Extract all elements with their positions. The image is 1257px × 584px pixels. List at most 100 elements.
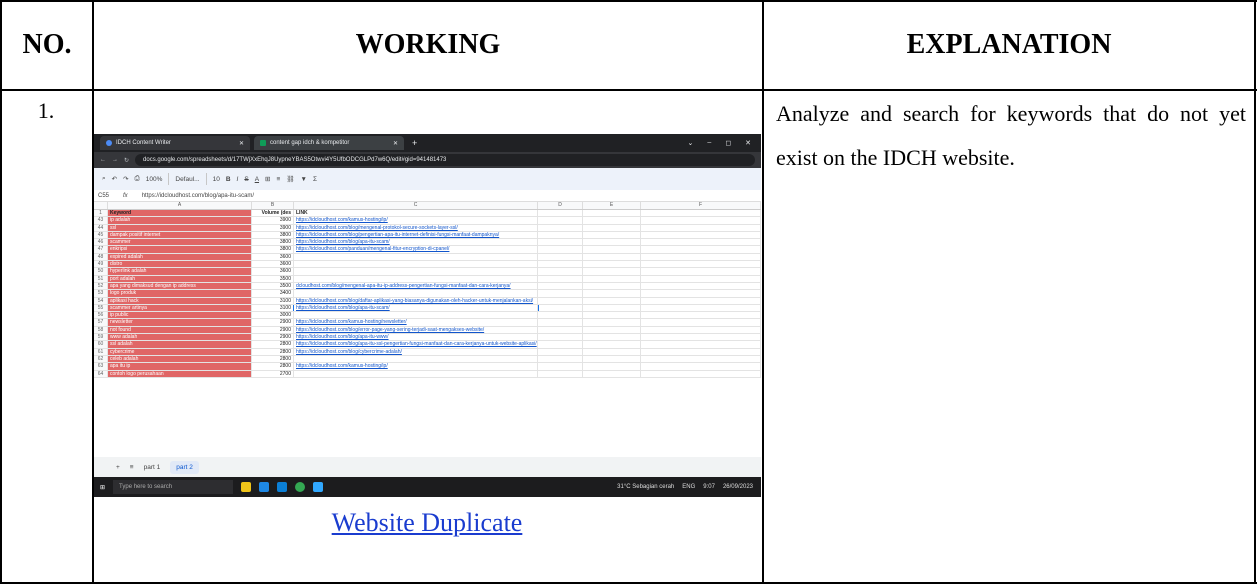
cell[interactable]: 3600 [252,261,294,268]
cell[interactable] [294,312,538,319]
cell[interactable] [583,290,641,297]
cell[interactable] [641,312,761,319]
cell[interactable] [538,355,583,363]
cell[interactable]: https://idcloudhost.com/kamus-hosting/ip… [294,217,538,224]
row-header[interactable]: 58 [94,326,108,334]
cell[interactable] [641,231,761,239]
row-header[interactable]: 44 [94,224,108,231]
column-header[interactable]: E [583,202,641,209]
cell[interactable]: 3900 [252,217,294,224]
cell[interactable]: distro [108,261,252,268]
cell[interactable] [583,304,641,312]
cell[interactable] [583,370,641,377]
cell[interactable]: https://idcloudhost.com/blog/apa-itu-www… [294,334,538,341]
sheet-tab[interactable]: part 2 [170,460,199,474]
cell[interactable]: Keyword [108,210,252,217]
cell[interactable]: 2900 [252,319,294,326]
chrome-icon[interactable] [295,482,306,492]
row-header[interactable]: 47 [94,246,108,253]
all-sheets-icon[interactable]: ≡ [130,464,134,471]
cell[interactable]: dcloudhost.com/blog/mengenal-apa-itu-ip-… [294,282,538,290]
cell[interactable] [641,275,761,282]
cell[interactable]: expired adalah [108,253,252,261]
clock-time[interactable]: 9:07 [703,484,715,490]
cell[interactable] [538,290,583,297]
cell[interactable]: 3600 [252,268,294,275]
cell[interactable] [294,261,538,268]
row-header[interactable]: 43 [94,217,108,224]
formula-input[interactable]: https://idcloudhost.com/blog/apa-itu-sca… [142,193,254,199]
cell[interactable] [641,239,761,246]
redo-icon[interactable]: ↷ [123,175,128,183]
cell[interactable] [583,224,641,231]
row-header[interactable]: 49 [94,261,108,268]
cell[interactable] [583,261,641,268]
cell[interactable]: hyperlink adalah [108,268,252,275]
chevron-down-icon[interactable]: ⌄ [688,139,694,147]
row-header[interactable]: 55 [94,304,108,312]
cell[interactable]: https://idcloudhost.com/blog/apa-itu-ssl… [294,341,538,348]
cell[interactable]: logo produk [108,290,252,297]
row-header[interactable]: 56 [94,312,108,319]
cell[interactable]: https://idcloudhost.com/blog/error-page-… [294,326,538,334]
minimize-icon[interactable]: – [707,139,711,147]
row-header[interactable]: 61 [94,348,108,355]
cell[interactable] [583,348,641,355]
cell[interactable] [583,334,641,341]
cell[interactable] [538,282,583,290]
file-explorer-icon[interactable] [241,482,252,492]
cell[interactable]: https://idcloudhost.com/panduan/mengenal… [294,246,538,253]
cell[interactable] [641,268,761,275]
cell[interactable] [538,319,583,326]
cell[interactable]: https://idcloudhost.com/blog/apa-itu-sca… [294,239,538,246]
cell[interactable] [583,282,641,290]
cell-reference[interactable]: C55 [98,193,109,199]
maximize-icon[interactable]: ◻ [725,139,731,147]
cell[interactable]: 3800 [252,231,294,239]
cell[interactable]: https://idcloudhost.com/kamus-hosting/ip… [294,363,538,370]
cell[interactable] [538,210,583,217]
cell[interactable] [641,217,761,224]
cell[interactable]: 2900 [252,334,294,341]
borders-icon[interactable]: ⊞ [265,175,270,183]
cell[interactable] [641,290,761,297]
cell[interactable]: cybercrime [108,348,252,355]
cell[interactable] [583,246,641,253]
cell[interactable] [538,334,583,341]
cell[interactable] [641,253,761,261]
column-header[interactable]: C [294,202,538,209]
cell[interactable] [583,312,641,319]
row-header[interactable]: 48 [94,253,108,261]
cell[interactable]: apa yang dimaksud dengan ip address [108,282,252,290]
cell[interactable] [641,224,761,231]
cell[interactable] [583,210,641,217]
row-header[interactable]: 53 [94,290,108,297]
cell[interactable] [538,253,583,261]
cell[interactable]: https://idcloudhost.com/blog/mengenal-pr… [294,224,538,231]
cell[interactable] [641,319,761,326]
cell[interactable]: ssl adalah [108,341,252,348]
cell[interactable] [641,297,761,304]
cell[interactable] [641,326,761,334]
row-header[interactable]: 59 [94,334,108,341]
cell[interactable] [294,253,538,261]
cell[interactable]: https://idcloudhost.com/blog/pengertian-… [294,231,538,239]
cell[interactable] [641,210,761,217]
bold-icon[interactable]: B [226,176,231,183]
cell[interactable]: www adalah [108,334,252,341]
cell[interactable]: 2800 [252,341,294,348]
cell[interactable] [641,363,761,370]
cell[interactable]: https://idcloudhost.com/blog/daftar-apli… [294,297,538,304]
row-header[interactable]: 64 [94,370,108,377]
cell[interactable]: 2800 [252,363,294,370]
row-header[interactable]: 1 [94,210,108,217]
cell[interactable] [583,275,641,282]
sheet-tab[interactable]: part 1 [144,464,161,471]
cell[interactable]: contoh logo perusahaan [108,370,252,377]
row-header[interactable]: 45 [94,231,108,239]
browser-tab[interactable]: IDCH Content Writer ✕ [100,136,250,150]
language-indicator[interactable]: ENG [682,484,695,490]
cell[interactable]: port adalah [108,275,252,282]
cell[interactable] [538,246,583,253]
cell[interactable] [641,341,761,348]
